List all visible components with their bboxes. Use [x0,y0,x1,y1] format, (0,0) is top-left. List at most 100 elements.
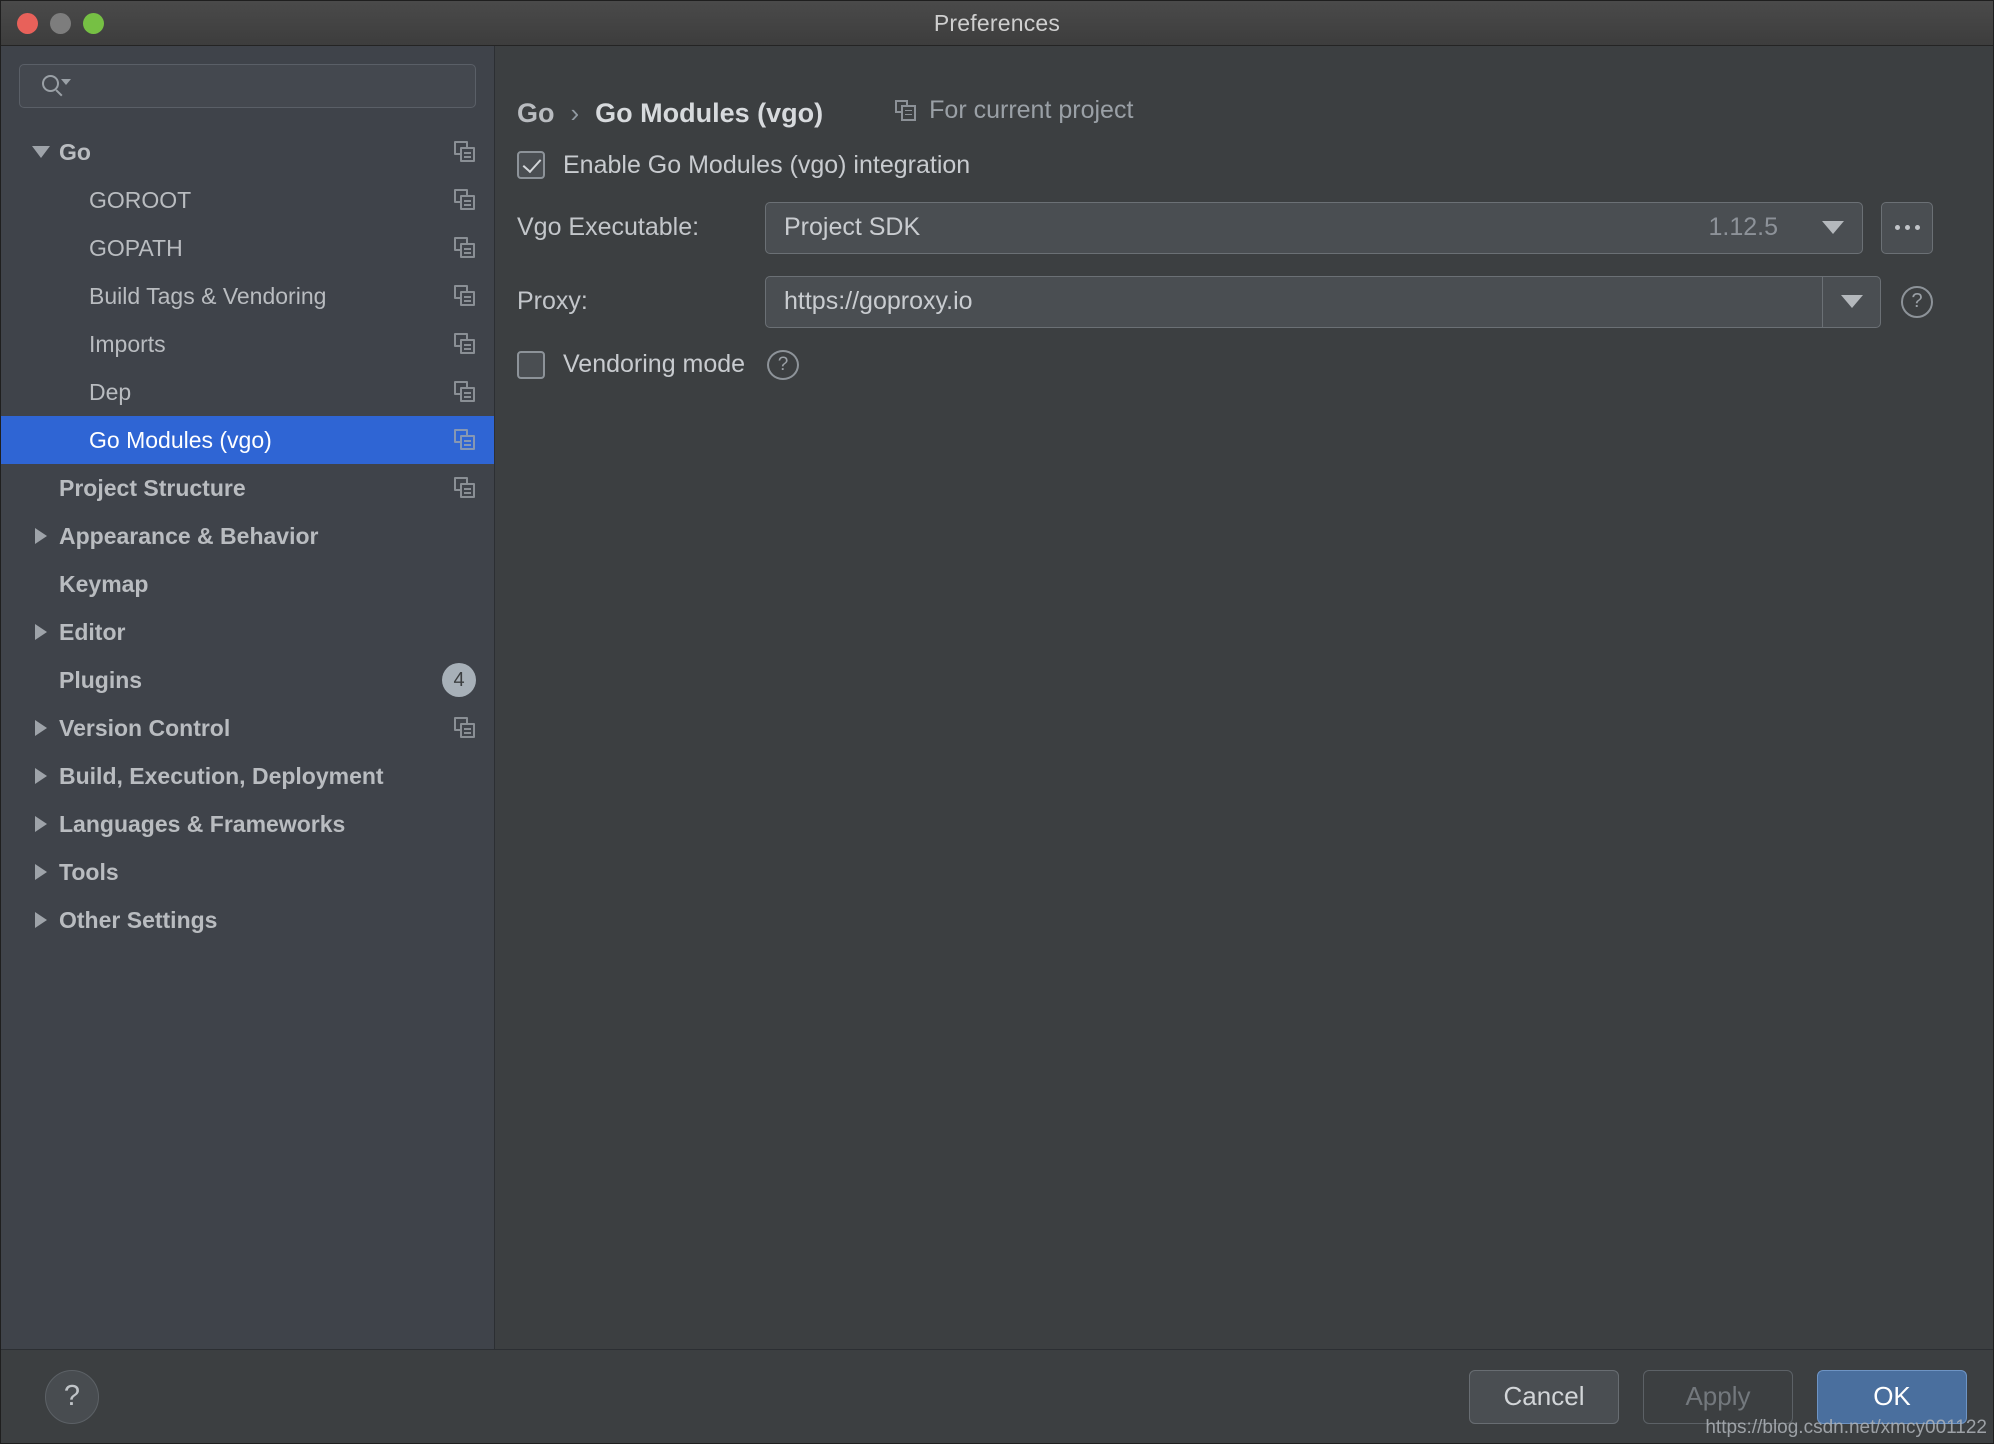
search-icon [42,73,68,99]
proxy-combobox[interactable]: https://goproxy.io [765,276,1881,328]
chevron-down-icon[interactable] [32,146,50,158]
sidebar-item-go-modules-vgo[interactable]: Go Modules (vgo) [1,416,494,464]
close-window-button[interactable] [17,13,38,34]
scope-note: For current project [895,96,1133,125]
title-bar: Preferences [1,1,1993,46]
project-settings-copy-icon[interactable] [454,285,476,307]
enable-go-modules-row: Enable Go Modules (vgo) integration [517,151,1933,180]
sidebar-item-languages-frameworks[interactable]: Languages & Frameworks [1,800,494,848]
sidebar-item-build-execution-deployment[interactable]: Build, Execution, Deployment [1,752,494,800]
vgo-executable-row: Vgo Executable: Project SDK 1.12.5 [517,202,1933,254]
ellipsis-icon [1895,225,1900,230]
project-settings-copy-icon[interactable] [454,429,476,451]
traffic-lights [17,1,104,46]
proxy-label: Proxy: [517,287,765,316]
chevron-right-icon[interactable] [35,816,47,832]
chevron-right-icon[interactable] [35,768,47,784]
help-button[interactable]: ? [45,1370,99,1424]
window-title: Preferences [1,10,1993,37]
minimize-window-button[interactable] [50,13,71,34]
sidebar-item-keymap[interactable]: Keymap [1,560,494,608]
sidebar-item-gopath[interactable]: GOPATH [1,224,494,272]
sidebar-item-label: Languages & Frameworks [59,811,345,838]
dialog-body: Go GOROOT GOPATHBuild Tags & Vendoring Impo… [1,46,1993,1349]
vendoring-mode-row: Vendoring mode ? [517,350,1933,380]
project-settings-copy-icon[interactable] [454,189,476,211]
expand-toggle [23,912,59,928]
project-settings-copy-icon[interactable] [454,333,476,355]
breadcrumb-current: Go Modules (vgo) [595,98,823,129]
ok-button[interactable]: OK [1817,1370,1967,1424]
sidebar-item-other-settings[interactable]: Other Settings [1,896,494,944]
chevron-right-icon[interactable] [35,912,47,928]
sidebar-item-goroot[interactable]: GOROOT [1,176,494,224]
sidebar-item-label: Version Control [59,715,230,742]
collapse-toggle [23,146,59,158]
sidebar-item-dep[interactable]: Dep [1,368,494,416]
sidebar-item-editor[interactable]: Editor [1,608,494,656]
watermark-text: https://blog.csdn.net/xmcy001122 [1705,1417,1987,1439]
project-settings-copy-icon[interactable] [454,717,476,739]
chevron-down-icon [1822,221,1844,234]
sidebar-item-label: Go [59,139,91,166]
settings-form: Enable Go Modules (vgo) integration Vgo … [495,129,1993,402]
proxy-value: https://goproxy.io [784,287,973,316]
sidebar-item-label: Dep [89,379,131,406]
chevron-down-icon [1841,295,1863,308]
project-settings-copy-icon[interactable] [454,381,476,403]
sidebar-item-project-structure[interactable]: Project Structure [1,464,494,512]
expand-toggle [23,864,59,880]
zoom-window-button[interactable] [83,13,104,34]
vendoring-mode-checkbox[interactable] [517,351,545,379]
proxy-help-icon[interactable]: ? [1901,286,1933,318]
apply-button[interactable]: Apply [1643,1370,1793,1424]
sidebar-item-imports[interactable]: Imports [1,320,494,368]
settings-main-panel: Go › Go Modules (vgo) For current projec… [495,46,1993,1349]
sidebar-item-plugins[interactable]: Plugins4 [1,656,494,704]
sidebar-item-build-tags-vendoring[interactable]: Build Tags & Vendoring [1,272,494,320]
expand-toggle [23,720,59,736]
sidebar-item-label: Plugins [59,667,142,694]
enable-go-modules-label: Enable Go Modules (vgo) integration [563,151,970,180]
sidebar-item-tools[interactable]: Tools [1,848,494,896]
expand-toggle [23,816,59,832]
project-settings-copy-icon[interactable] [454,237,476,259]
vgo-executable-version: 1.12.5 [1708,213,1778,242]
sidebar-item-label: Tools [59,859,119,886]
sidebar-item-label: Build, Execution, Deployment [59,763,384,790]
breadcrumb-separator-icon: › [571,98,580,129]
chevron-right-icon[interactable] [35,720,47,736]
search-box[interactable] [19,64,476,108]
sidebar-item-appearance-behavior[interactable]: Appearance & Behavior [1,512,494,560]
search-input[interactable] [68,75,475,97]
vgo-executable-browse-button[interactable] [1881,202,1933,254]
scope-note-label: For current project [929,96,1133,125]
sidebar-item-label: GOROOT [89,187,191,214]
sidebar-item-label: Project Structure [59,475,246,502]
sidebar-item-label: Go Modules (vgo) [89,427,272,454]
chevron-right-icon[interactable] [35,528,47,544]
enable-go-modules-checkbox[interactable] [517,151,545,179]
project-settings-copy-icon[interactable] [454,141,476,163]
sidebar-item-version-control[interactable]: Version Control [1,704,494,752]
breadcrumb-parent[interactable]: Go [517,98,555,129]
sidebar-item-label: Imports [89,331,166,358]
vgo-executable-dropdown-arrow[interactable] [1804,203,1862,253]
chevron-right-icon[interactable] [35,864,47,880]
search-container [1,46,494,116]
breadcrumb: Go › Go Modules (vgo) For current projec… [495,46,1993,129]
sidebar-item-label: Appearance & Behavior [59,523,318,550]
vgo-executable-combobox[interactable]: Project SDK 1.12.5 [765,202,1863,254]
proxy-row: Proxy: https://goproxy.io ? [517,276,1933,328]
settings-sidebar: Go GOROOT GOPATHBuild Tags & Vendoring Impo… [1,46,495,1349]
vgo-executable-value: Project SDK [784,213,920,242]
chevron-right-icon[interactable] [35,624,47,640]
expand-toggle [23,528,59,544]
vendoring-mode-help-icon[interactable]: ? [767,350,799,380]
sidebar-item-label: Other Settings [59,907,217,934]
project-scope-icon [895,100,917,122]
proxy-dropdown-arrow[interactable] [1822,277,1880,327]
sidebar-item-go[interactable]: Go [1,128,494,176]
project-settings-copy-icon[interactable] [454,477,476,499]
cancel-button[interactable]: Cancel [1469,1370,1619,1424]
